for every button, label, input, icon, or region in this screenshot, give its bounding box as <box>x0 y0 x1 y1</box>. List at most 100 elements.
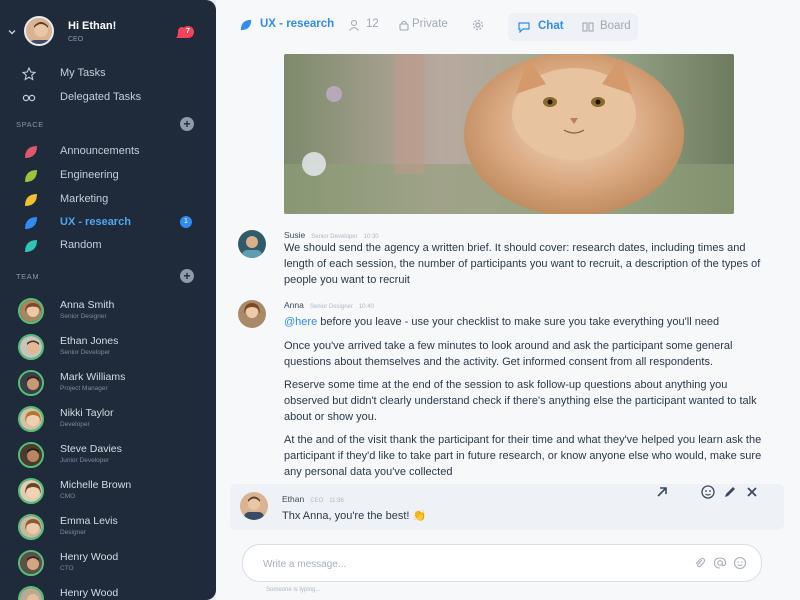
avatar <box>18 586 44 600</box>
cat-photo[interactable] <box>284 54 734 214</box>
team-member[interactable]: Anna Smith Senior Designer <box>16 296 212 330</box>
avatar <box>18 334 44 360</box>
team-member[interactable]: Mark Williams Project Manager <box>16 368 212 402</box>
view-toggle: Chat Board <box>508 13 638 41</box>
emoji-icon[interactable] <box>733 556 747 570</box>
space-item-label: Announcements <box>60 145 140 157</box>
leaf-icon <box>25 146 37 158</box>
paperclip-icon[interactable] <box>693 556 707 570</box>
space-item-random[interactable]: Random <box>20 236 210 256</box>
avatar[interactable] <box>238 300 266 328</box>
avatar[interactable] <box>238 230 266 258</box>
space-item-label: Marketing <box>60 193 109 205</box>
member-count[interactable]: 12 <box>366 18 379 30</box>
unread-badge: 1 <box>180 216 192 228</box>
member-role: CTO <box>60 565 74 572</box>
emoji-icon[interactable] <box>700 484 716 500</box>
member-name: Nikki Taylor <box>60 407 114 419</box>
message-input[interactable] <box>263 555 663 573</box>
message-text: At the and of the visit thank the partic… <box>284 434 762 478</box>
message-author[interactable]: Susie <box>284 230 305 240</box>
tab-chat[interactable]: Chat <box>538 20 564 32</box>
team-member[interactable]: Ethan Jones Senior Developer <box>16 332 212 366</box>
team-member[interactable]: Emma Levis Designer <box>16 512 212 546</box>
gear-icon[interactable] <box>472 19 484 31</box>
member-name: Mark Williams <box>60 371 126 383</box>
privacy-label[interactable]: Private <box>412 18 448 30</box>
avatar <box>18 514 44 540</box>
space-item-engineering[interactable]: Engineering <box>20 166 210 186</box>
nav-item-label: My Tasks <box>60 67 106 79</box>
member-role: Junior Developer <box>60 457 110 464</box>
avatar <box>18 370 44 396</box>
mention-link[interactable]: @here <box>284 316 317 328</box>
share-arrow-icon[interactable] <box>654 484 670 500</box>
author-role: CEO <box>310 498 324 504</box>
team-member[interactable]: Henry Wood CTO <box>16 548 212 582</box>
chat-bubble-icon <box>518 22 530 33</box>
member-name: Emma Levis <box>60 515 118 527</box>
space-item-ux-research[interactable]: UX - research 1 <box>20 213 210 233</box>
team-member[interactable]: Steve Davies Junior Developer <box>16 440 212 474</box>
tab-board[interactable]: Board <box>600 20 631 32</box>
message-time: 11:36 <box>329 498 344 504</box>
team-member[interactable]: Henry Wood <box>16 584 212 600</box>
space-item-marketing[interactable]: Marketing <box>20 190 210 210</box>
message-text: Reserve some time at the end of the sess… <box>284 379 757 423</box>
member-role: Project Manager <box>60 385 108 392</box>
message-author[interactable]: Anna <box>284 300 304 310</box>
author-role: Senior Designer <box>309 304 353 310</box>
leaf-icon <box>25 170 37 182</box>
app-window: Hi Ethan! CEO 7 My Tasks Delegated Tasks… <box>0 0 800 600</box>
message-text: Once you've arrived take a few minutes t… <box>284 340 733 368</box>
board-icon <box>582 22 594 32</box>
message-header: Anna Senior Designer 10:40 <box>284 300 374 310</box>
add-team-member-button[interactable]: + <box>180 269 194 283</box>
chevron-down-icon[interactable] <box>8 28 16 36</box>
team-section-label: TEAM <box>16 272 40 281</box>
space-item-label: Random <box>60 239 102 251</box>
member-name: Steve Davies <box>60 443 122 455</box>
member-name: Anna Smith <box>60 299 115 311</box>
member-role: Developer <box>60 421 90 428</box>
leaf-icon <box>240 19 252 31</box>
avatar <box>18 298 44 324</box>
member-name: Henry Wood <box>60 587 119 599</box>
member-role: Senior Developer <box>60 349 111 356</box>
avatar <box>18 442 44 468</box>
add-space-button[interactable]: + <box>180 117 194 131</box>
message-composer <box>242 544 762 582</box>
space-item-announcements[interactable]: Announcements <box>20 142 210 162</box>
space-item-label: Engineering <box>60 169 119 181</box>
leaf-icon <box>25 194 37 206</box>
channel-title[interactable]: UX - research <box>260 18 334 30</box>
sidebar: Hi Ethan! CEO 7 My Tasks Delegated Tasks… <box>0 0 216 600</box>
nav-item-delegated-tasks[interactable]: Delegated Tasks <box>20 88 210 108</box>
message-author[interactable]: Ethan <box>282 494 304 504</box>
member-name: Ethan Jones <box>60 335 119 347</box>
avatar <box>18 406 44 432</box>
link-icon <box>22 94 36 102</box>
notification-badge: 7 <box>182 26 194 38</box>
channel-header: UX - research 12 Private Chat Board <box>216 0 800 50</box>
member-name: Michelle Brown <box>60 479 132 491</box>
avatar[interactable] <box>240 492 268 520</box>
user-profile[interactable]: Hi Ethan! CEO 7 <box>0 12 216 52</box>
space-section-label: SPACE <box>16 120 44 129</box>
at-mention-icon[interactable] <box>713 556 727 570</box>
hovered-message[interactable]: Ethan CEO 11:36 Thx Anna, you're the best!… <box>230 484 784 530</box>
star-icon <box>22 67 36 81</box>
close-icon[interactable] <box>744 484 760 500</box>
message-text: Thx Anna, you're the best! 👏 <box>282 510 427 522</box>
nav-item-my-tasks[interactable]: My Tasks <box>20 64 210 84</box>
leaf-icon <box>25 240 37 252</box>
message-text: @here before you leave - use your checkl… <box>284 314 764 330</box>
team-member[interactable]: Michelle Brown CMO <box>16 476 212 510</box>
leaf-icon <box>25 217 37 229</box>
member-role: Designer <box>60 529 87 536</box>
edit-pencil-icon[interactable] <box>722 484 738 500</box>
member-role: Senior Designer <box>60 313 107 320</box>
avatar <box>18 478 44 504</box>
chat-main: UX - research 12 Private Chat Board Susi… <box>216 0 800 600</box>
team-member[interactable]: Nikki Taylor Developer <box>16 404 212 438</box>
